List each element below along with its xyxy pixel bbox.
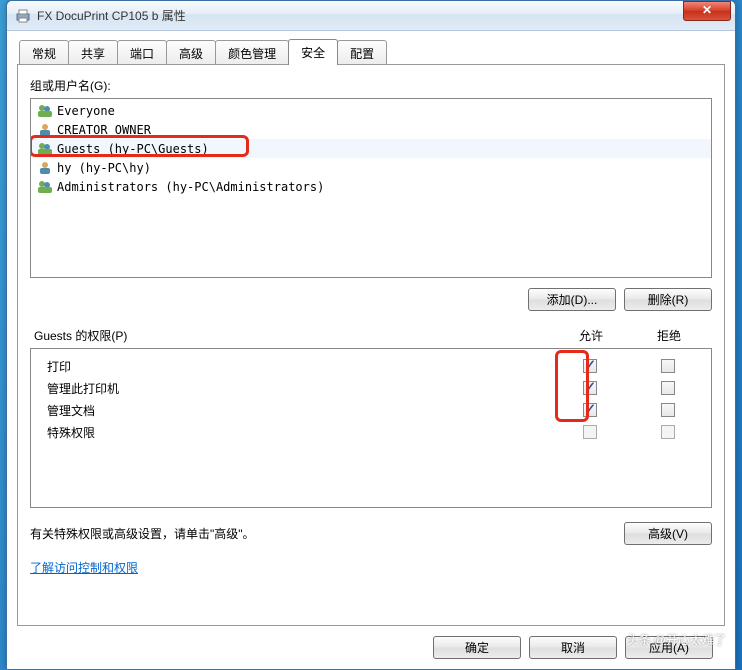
add-button[interactable]: 添加(D)...: [528, 288, 616, 311]
perm-row: 打印: [35, 355, 707, 377]
tab-ports[interactable]: 端口: [117, 40, 167, 65]
permissions-header: Guests 的权限(P) 允许 拒绝: [30, 327, 712, 344]
advanced-button[interactable]: 高级(V): [624, 522, 712, 545]
perm-name: 管理文档: [35, 402, 551, 419]
user-icon: [37, 160, 53, 176]
allow-checkbox[interactable]: [583, 403, 597, 417]
user-buttons: 添加(D)... 删除(R): [30, 288, 712, 311]
user-row[interactable]: hy (hy-PC\hy): [31, 158, 711, 177]
allow-checkbox[interactable]: [583, 359, 597, 373]
allow-header: 允许: [552, 327, 630, 344]
printer-icon: [15, 8, 31, 24]
advanced-text: 有关特殊权限或高级设置，请单击"高级"。: [30, 525, 612, 542]
watermark: 头条 @开心太难了: [626, 631, 726, 648]
perm-name: 管理此打印机: [35, 380, 551, 397]
group-icon: [37, 179, 53, 195]
user-row[interactable]: CREATOR OWNER: [31, 120, 711, 139]
perm-name: 打印: [35, 358, 551, 375]
permissions-title: Guests 的权限(P): [34, 327, 552, 344]
window-title: FX DocuPrint CP105 b 属性: [37, 7, 683, 24]
deny-checkbox[interactable]: [661, 381, 675, 395]
tab-advanced[interactable]: 高级: [166, 40, 216, 65]
close-button[interactable]: ✕: [683, 1, 731, 21]
perm-row: 管理文档: [35, 399, 707, 421]
dialog-buttons: 确定 取消 应用(A): [17, 626, 725, 659]
remove-button[interactable]: 删除(R): [624, 288, 712, 311]
deny-checkbox[interactable]: [661, 403, 675, 417]
user-name: Administrators (hy-PC\Administrators): [57, 180, 324, 194]
tab-config[interactable]: 配置: [337, 40, 387, 65]
users-listbox[interactable]: Everyone CREATOR OWNER Guests (hy-PC\Gue…: [30, 98, 712, 278]
perm-row: 特殊权限: [35, 421, 707, 443]
ok-button[interactable]: 确定: [433, 636, 521, 659]
help-link[interactable]: 了解访问控制和权限: [30, 559, 712, 576]
permissions-listbox: 打印 管理此打印机 管理文档 特殊权限: [30, 348, 712, 508]
user-row[interactable]: Everyone: [31, 101, 711, 120]
users-label: 组或用户名(G):: [30, 77, 712, 94]
tab-general[interactable]: 常规: [19, 40, 69, 65]
user-row[interactable]: Administrators (hy-PC\Administrators): [31, 177, 711, 196]
allow-checkbox[interactable]: [583, 425, 597, 439]
tab-strip: 常规 共享 端口 高级 颜色管理 安全 配置: [19, 39, 725, 65]
titlebar[interactable]: FX DocuPrint CP105 b 属性 ✕: [7, 1, 735, 31]
client-area: 常规 共享 端口 高级 颜色管理 安全 配置 组或用户名(G): Everyon…: [7, 31, 735, 669]
user-icon: [37, 122, 53, 138]
deny-checkbox[interactable]: [661, 425, 675, 439]
advanced-row: 有关特殊权限或高级设置，请单击"高级"。 高级(V): [30, 522, 712, 545]
tab-security[interactable]: 安全: [288, 39, 338, 65]
perm-row: 管理此打印机: [35, 377, 707, 399]
allow-checkbox[interactable]: [583, 381, 597, 395]
cancel-button[interactable]: 取消: [529, 636, 617, 659]
perm-name: 特殊权限: [35, 424, 551, 441]
user-name: Everyone: [57, 104, 115, 118]
user-name: CREATOR OWNER: [57, 123, 151, 137]
tab-sharing[interactable]: 共享: [68, 40, 118, 65]
group-icon: [37, 141, 53, 157]
deny-header: 拒绝: [630, 327, 708, 344]
properties-dialog: FX DocuPrint CP105 b 属性 ✕ 常规 共享 端口 高级 颜色…: [6, 0, 736, 670]
user-name: Guests (hy-PC\Guests): [57, 142, 209, 156]
security-panel: 组或用户名(G): Everyone CREATOR OWNER Guests …: [17, 64, 725, 626]
user-name: hy (hy-PC\hy): [57, 161, 151, 175]
user-row-selected[interactable]: Guests (hy-PC\Guests): [31, 139, 711, 158]
group-icon: [37, 103, 53, 119]
tab-color[interactable]: 颜色管理: [215, 40, 289, 65]
deny-checkbox[interactable]: [661, 359, 675, 373]
